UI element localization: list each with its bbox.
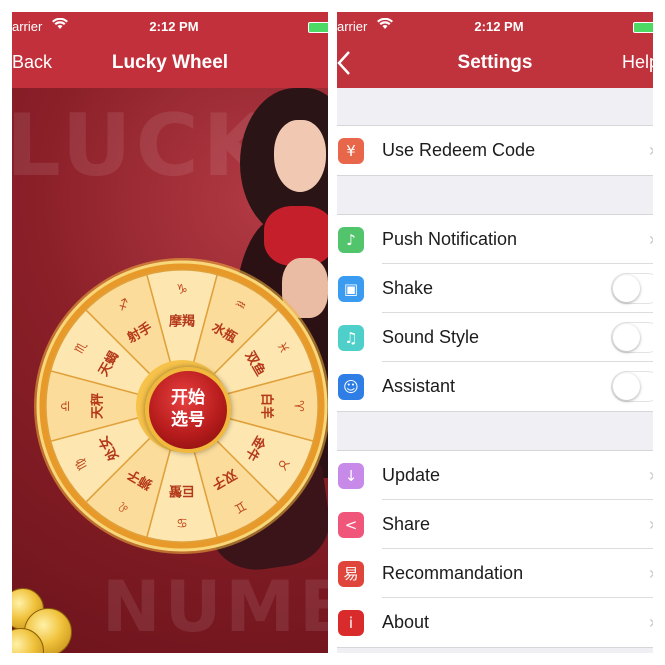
- toggle-knob: [613, 324, 640, 351]
- settings-row-about[interactable]: i About ›: [337, 598, 653, 647]
- phone-shake-icon: ▣: [338, 276, 364, 302]
- settings-row-sound[interactable]: ♫ Sound Style: [337, 313, 653, 362]
- wifi-icon: [377, 17, 393, 33]
- settings-screen: arrier 2:12 PM Settings Help ¥ Use Redeem…: [337, 12, 653, 653]
- settings-row-label: Share: [382, 514, 431, 534]
- settings-row-assistant[interactable]: ☺ Assistant: [337, 362, 653, 411]
- chevron-right-icon: ›: [649, 563, 653, 584]
- page-title: Lucky Wheel: [111, 52, 229, 73]
- settings-row-label: About: [382, 612, 430, 632]
- zodiac-symbol-icon: ♎: [59, 400, 74, 412]
- wheel-background: LUCKY NUMBER ♑摩羯♒水瓶♓双鱼♈白羊♉金牛♊双子♋巨蟹♌狮子♍处女…: [12, 88, 328, 653]
- zodiac-symbol-icon: ♈: [291, 400, 306, 412]
- toggle-knob: [613, 275, 640, 302]
- chevron-right-icon: ›: [649, 465, 653, 486]
- settings-row-label: Recommandation: [382, 563, 524, 583]
- download-icon: ↓: [338, 463, 364, 489]
- settings-row-redeem[interactable]: ¥ Use Redeem Code ›: [337, 126, 653, 175]
- zodiac-name-label: 白羊: [259, 393, 275, 419]
- settings-row-recommend[interactable]: 易 Recommandation ›: [337, 549, 653, 598]
- start-button-line1: 开始: [171, 388, 205, 408]
- start-button-line2: 选号: [171, 410, 205, 430]
- settings-row-shake[interactable]: ▣ Shake: [337, 264, 653, 313]
- zodiac-symbol-icon: ♑: [176, 283, 188, 298]
- settings-row-label: Assistant: [382, 376, 456, 396]
- settings-row-label: Use Redeem Code: [382, 140, 536, 160]
- status-bar: arrier 2:12 PM: [337, 12, 653, 40]
- redeem-icon: ¥: [338, 138, 364, 164]
- settings-row-push[interactable]: ♪ Push Notification ›: [337, 215, 653, 264]
- assistant-toggle[interactable]: [611, 371, 653, 402]
- page-title: Settings: [457, 52, 533, 73]
- battery-icon: [633, 22, 653, 33]
- clock-label: 2:12 PM: [474, 19, 524, 34]
- clock-label: 2:12 PM: [149, 19, 199, 34]
- share-icon: <: [338, 512, 364, 538]
- toggle-knob: [613, 373, 640, 400]
- battery-icon: [308, 22, 328, 33]
- settings-row-label: Shake: [382, 278, 434, 298]
- section-divider: [337, 647, 653, 648]
- wifi-icon: [52, 17, 68, 33]
- start-draw-button[interactable]: 开始 选号: [145, 367, 231, 453]
- settings-row-label: Sound Style: [382, 327, 480, 347]
- section-divider: [337, 411, 653, 412]
- zodiac-name-label: 摩羯: [169, 314, 195, 330]
- nav-bar: arrier 2:12 PM Settings Help: [337, 12, 653, 88]
- info-icon: i: [338, 610, 364, 636]
- background-number-text: NUMBER: [102, 566, 328, 648]
- settings-row-update[interactable]: ↓ Update ›: [337, 451, 653, 500]
- lucky-wheel[interactable]: ♑ 摩羯 ♒ 水瓶 ♓ 双鱼 ♈ 白羊 ♉ 金牛 ♊ 双子 ♋ 巨蟹 ♌ 狮子 ♍ 处女 ♎ 天秤 ♏ 天蝎 ♐ 射手 开始 …: [32, 256, 328, 556]
- music-note-icon: ♫: [338, 325, 364, 351]
- assistant-icon: ☺: [338, 374, 364, 400]
- zodiac-name-label: 巨蟹: [169, 483, 195, 499]
- settings-row-share[interactable]: < Share ›: [337, 500, 653, 549]
- help-button[interactable]: Help: [622, 52, 653, 73]
- zodiac-symbol-icon: ♋: [176, 515, 188, 530]
- shake-toggle[interactable]: [611, 273, 653, 304]
- recommend-icon: 易: [338, 561, 364, 587]
- chevron-right-icon: ›: [649, 140, 653, 161]
- settings-row-label: Update: [382, 465, 441, 485]
- section-divider: [337, 175, 653, 176]
- chevron-right-icon: ›: [649, 612, 653, 633]
- lucky-wheel-screen: LUCKY NUMBER ♑摩羯♒水瓶♓双鱼♈白羊♉金牛♊双子♋巨蟹♌狮子♍处女…: [12, 12, 328, 653]
- chevron-right-icon: ›: [649, 229, 653, 250]
- sound-toggle[interactable]: [611, 322, 653, 353]
- character-face: [274, 120, 326, 192]
- zodiac-name-label: 天秤: [90, 393, 106, 419]
- settings-row-label: Push Notification: [382, 229, 518, 249]
- status-bar: arrier 2:12 PM: [12, 12, 328, 40]
- chevron-right-icon: ›: [649, 514, 653, 535]
- carrier-label: arrier: [337, 19, 368, 34]
- nav-bar: arrier 2:12 PM Back Lucky Wheel: [12, 12, 328, 88]
- bell-icon: ♪: [338, 227, 364, 253]
- carrier-label: arrier: [12, 19, 43, 34]
